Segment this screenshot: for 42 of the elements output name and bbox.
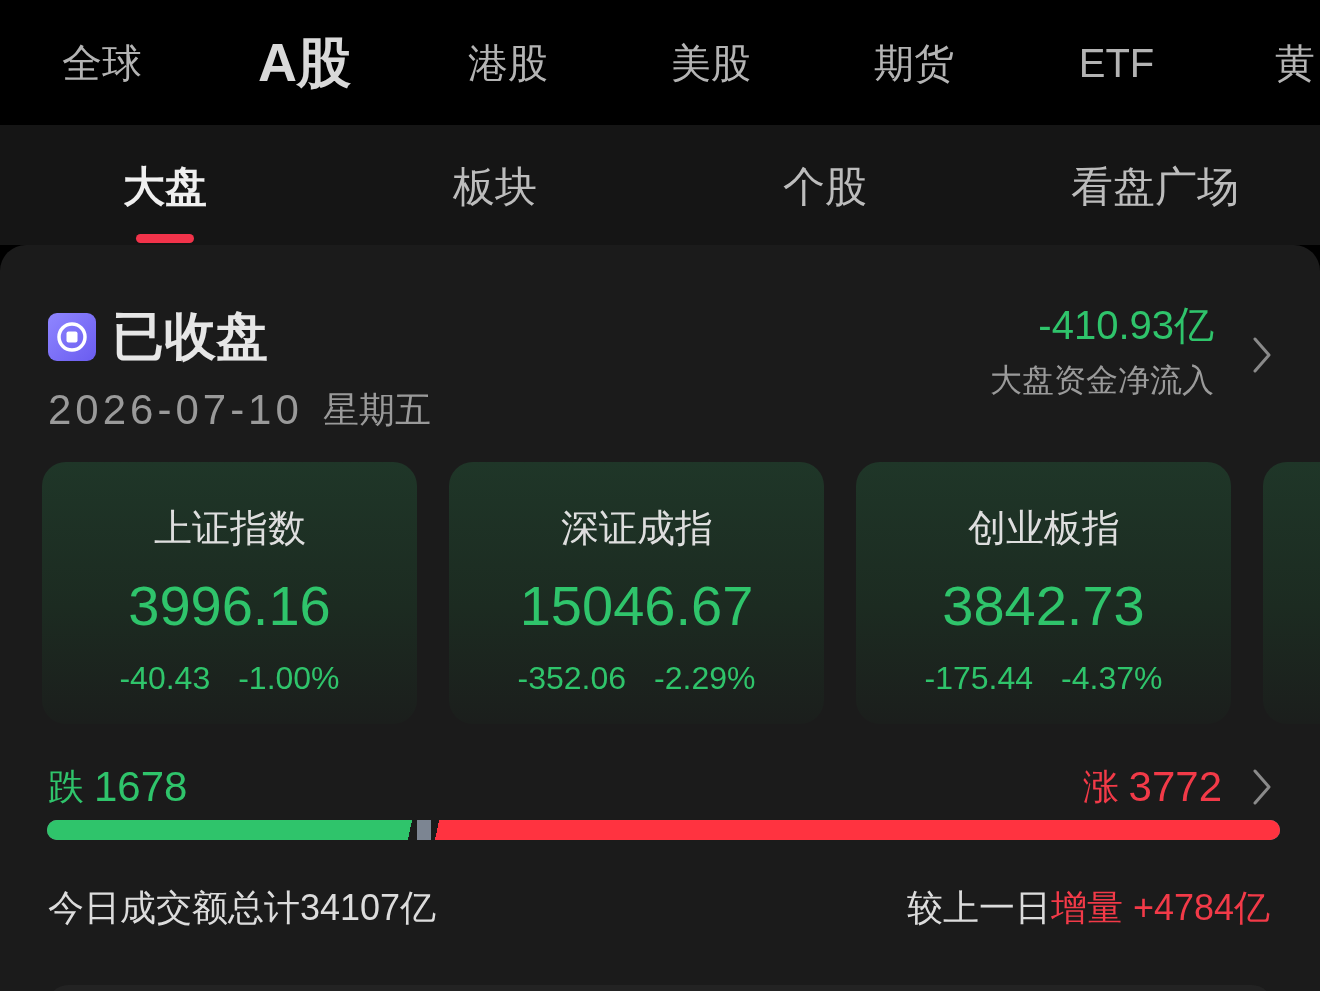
index-percent: -2.29% <box>654 659 756 698</box>
stop-status-icon <box>48 313 96 361</box>
tab-indicator <box>136 234 194 243</box>
index-card[interactable]: 上证指数 3996.16 -40.43 -1.00% <box>42 462 417 724</box>
weekday: 星期五 <box>322 387 431 432</box>
chevron-right-icon[interactable] <box>1252 769 1272 805</box>
view-tab[interactable]: 大盘 <box>0 125 330 245</box>
index-value: 3842.73 <box>942 573 1145 639</box>
index-value: 15046.67 <box>519 573 754 639</box>
fall-label: 跌 <box>48 764 84 809</box>
trade-date: 2026-07-10 <box>48 386 303 434</box>
market-tab[interactable]: 美股 <box>609 38 812 87</box>
market-tab[interactable]: 全球 <box>0 38 203 87</box>
rise-count: 3772 <box>1128 763 1222 811</box>
turnover-total: 今日成交额总计34107亿 <box>48 885 437 930</box>
chevron-right-icon[interactable] <box>1252 337 1272 373</box>
index-value: 3996.16 <box>128 573 331 639</box>
turnover-change: 增量 +4784亿 <box>1050 885 1270 930</box>
index-change: -352.06 <box>517 659 627 698</box>
index-change: -175.44 <box>924 659 1034 698</box>
index-name: 创业板指 <box>967 506 1120 550</box>
market-tab[interactable]: ETF <box>1015 38 1218 87</box>
fall-count: 1678 <box>94 763 188 811</box>
view-tab[interactable]: 个股 <box>660 125 990 245</box>
net-flow-label: 大盘资金净流入 <box>990 361 1214 400</box>
market-status: 已收盘 <box>112 306 268 367</box>
view-tab[interactable]: 看盘广场 <box>990 125 1320 245</box>
market-tab[interactable]: 期货 <box>812 38 1015 87</box>
index-percent: -1.00% <box>238 659 340 698</box>
market-tab[interactable]: 港股 <box>406 38 609 87</box>
index-percent: -4.37% <box>1061 659 1163 698</box>
index-name: 上证指数 <box>153 506 306 550</box>
compare-label: 较上一日 <box>906 885 1051 930</box>
rise-label: 涨 <box>1082 764 1119 809</box>
market-tab[interactable]: 黄 <box>1275 38 1315 87</box>
index-card[interactable]: 深证成指 15046.67 -352.06 -2.29% <box>449 462 824 724</box>
view-tab[interactable]: 板块 <box>330 125 660 245</box>
market-tab[interactable]: A股 <box>203 30 406 95</box>
index-change: -40.43 <box>119 659 211 698</box>
index-name: 深证成指 <box>560 506 713 550</box>
net-flow-value: -410.93亿 <box>1038 302 1214 349</box>
index-card[interactable]: 创业板指 3842.73 -175.44 -4.37% <box>856 462 1231 724</box>
